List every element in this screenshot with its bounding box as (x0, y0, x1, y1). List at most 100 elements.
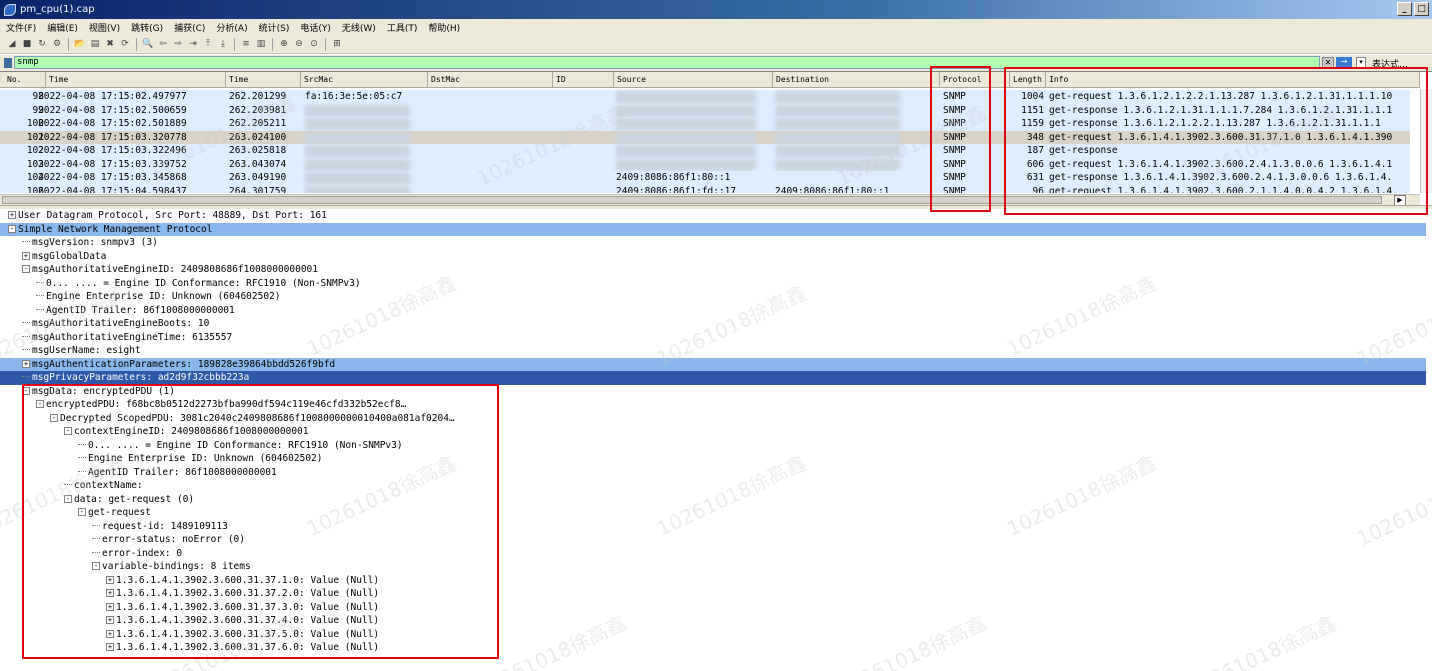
menu-item-10[interactable]: 帮助(H) (428, 21, 460, 34)
apply-filter-button[interactable]: → (1336, 57, 1352, 68)
autoscroll-icon[interactable]: ≡ (240, 38, 252, 50)
column-header-7[interactable]: Destination (773, 72, 940, 88)
packet-row[interactable]: 106 2022-04-08 17:15:04.598437 264.301759 2… (0, 184, 1410, 193)
detail-node[interactable]: - get-request (0, 506, 1426, 520)
detail-node[interactable]: AgentID Trailer: 86f1008000000001 (0, 304, 1426, 318)
resize-columns-icon[interactable]: ⊞ (331, 38, 343, 50)
collapse-icon[interactable]: - (22, 265, 30, 273)
close-file-icon[interactable]: ✖ (104, 38, 116, 50)
stop-icon[interactable]: ■ (21, 38, 33, 50)
scroll-thumb[interactable] (2, 196, 1382, 204)
zoom-reset-icon[interactable]: ⊙ (308, 38, 320, 50)
goto-icon[interactable]: ⇥ (187, 38, 199, 50)
detail-node[interactable]: 0... .... = Engine ID Conformance: RFC19… (0, 277, 1426, 291)
last-icon[interactable]: ⤓ (217, 38, 229, 50)
column-header-3[interactable]: SrcMac (301, 72, 428, 88)
menu-item-1[interactable]: 编辑(E) (47, 21, 78, 34)
shark-fin-icon[interactable]: ◢ (6, 38, 18, 50)
menu-item-3[interactable]: 跳转(G) (131, 21, 163, 34)
detail-node[interactable]: contextName: (0, 479, 1426, 493)
packet-row[interactable]: 104 2022-04-08 17:15:03.345868 263.049190 2… (0, 171, 1410, 185)
expand-icon[interactable]: + (106, 575, 114, 584)
detail-node[interactable]: - Simple Network Management Protocol (0, 222, 1426, 236)
detail-node[interactable]: msgUserName: esight (0, 344, 1426, 358)
collapse-icon[interactable]: - (22, 386, 30, 395)
open-folder-icon[interactable]: 📂 (74, 38, 86, 50)
menu-item-8[interactable]: 无线(W) (342, 21, 376, 34)
column-header-8[interactable]: Protocol (940, 72, 1010, 88)
detail-node[interactable]: +1.3.6.1.4.1.3902.3.600.31.37.1.0: Value… (0, 574, 1426, 588)
detail-node[interactable]: + msgAuthenticationParameters: 189828e398… (0, 357, 1426, 371)
detail-node[interactable]: + User Datagram Protocol, Src Port: 48889… (0, 209, 1426, 223)
expand-icon[interactable]: + (8, 211, 16, 219)
zoom-out-icon[interactable]: ⊖ (293, 38, 305, 50)
detail-node[interactable]: AgentID Trailer: 86f1008000000001 (0, 466, 1426, 480)
menu-item-9[interactable]: 工具(T) (387, 21, 418, 34)
zoom-in-icon[interactable]: ⊕ (278, 38, 290, 50)
detail-node[interactable]: - Decrypted ScopedPDU: 3081c2040c24098086… (0, 412, 1426, 426)
column-header-10[interactable]: Info (1046, 72, 1420, 88)
first-icon[interactable]: ⤒ (202, 38, 214, 50)
detail-node[interactable]: msgPrivacyParameters: ad2d9f32cbbb223a (0, 371, 1426, 385)
column-header-0[interactable]: No. (4, 72, 46, 88)
column-header-9[interactable]: Length (1010, 72, 1046, 88)
detail-node[interactable]: +1.3.6.1.4.1.3902.3.600.31.37.2.0: Value… (0, 587, 1426, 601)
column-header-6[interactable]: Source (614, 72, 773, 88)
detail-node[interactable]: +1.3.6.1.4.1.3902.3.600.31.37.5.0: Value… (0, 628, 1426, 642)
filter-history-dropdown[interactable]: ▾ (1356, 57, 1366, 68)
bookmark-icon[interactable] (4, 58, 12, 68)
detail-node[interactable]: + msgGlobalData (0, 250, 1426, 264)
collapse-icon[interactable]: - (64, 427, 72, 435)
column-header-5[interactable]: ID (553, 72, 614, 88)
collapse-icon[interactable]: - (50, 413, 58, 422)
expression-button[interactable]: 表达式… (1372, 57, 1408, 70)
packet-row[interactable]: 98 2022-04-08 17:15:02.497977 262.201299 fa… (0, 90, 1410, 104)
column-header-2[interactable]: Time (226, 72, 301, 88)
restart-icon[interactable]: ↻ (36, 38, 48, 50)
expand-icon[interactable]: + (106, 616, 114, 624)
menu-item-7[interactable]: 电话(Y) (300, 21, 331, 34)
packet-list-vertical-scrollbar[interactable] (1420, 89, 1432, 193)
detail-node[interactable]: - variable-bindings: 8 items (0, 560, 1426, 574)
detail-node[interactable]: +1.3.6.1.4.1.3902.3.600.31.37.4.0: Value… (0, 614, 1426, 628)
find-icon[interactable]: 🔍 (142, 38, 154, 50)
detail-node[interactable]: msgAuthoritativeEngineTime: 6135557 (0, 331, 1426, 345)
detail-node[interactable]: msgVersion: snmpv3 (3) (0, 236, 1426, 250)
detail-node[interactable]: request-id: 1489109113 (0, 520, 1426, 534)
back-icon[interactable]: ⇦ (157, 38, 169, 50)
expand-icon[interactable]: + (106, 643, 114, 651)
expand-icon[interactable]: + (22, 251, 30, 260)
detail-node[interactable]: - contextEngineID: 2409808686f10080000000… (0, 425, 1426, 439)
packet-list-horizontal-scrollbar[interactable]: ▶ (0, 194, 1420, 206)
packet-row[interactable]: 100 2022-04-08 17:15:02.501889 262.205211 S… (0, 117, 1410, 131)
collapse-icon[interactable]: - (92, 562, 100, 570)
menu-item-0[interactable]: 文件(F) (6, 21, 36, 34)
display-filter-input[interactable]: snmp (14, 56, 1320, 69)
column-header-4[interactable]: DstMac (428, 72, 553, 88)
detail-node[interactable]: msgAuthoritativeEngineBoots: 10 (0, 317, 1426, 331)
forward-icon[interactable]: ⇨ (172, 38, 184, 50)
reload-icon[interactable]: ⟳ (119, 38, 131, 50)
expand-icon[interactable]: + (106, 629, 114, 638)
save-icon[interactable]: ▤ (89, 38, 101, 50)
detail-node[interactable]: - data: get-request (0) (0, 493, 1426, 507)
packet-row[interactable]: 101 2022-04-08 17:15:03.320778 263.024100 S… (0, 130, 1410, 144)
packet-row[interactable]: 102 2022-04-08 17:15:03.322496 263.025818 S… (0, 144, 1410, 158)
collapse-icon[interactable]: - (36, 400, 44, 408)
column-header-1[interactable]: Time (46, 72, 226, 88)
expand-icon[interactable]: + (106, 602, 114, 611)
options-icon[interactable]: ⚙ (51, 38, 63, 50)
detail-node[interactable]: - encryptedPDU: f68bc8b0512d2273bfba990df… (0, 398, 1426, 412)
detail-node[interactable]: Engine Enterprise ID: Unknown (604602502… (0, 290, 1426, 304)
detail-node[interactable]: 0... .... = Engine ID Conformance: RFC19… (0, 439, 1426, 453)
expand-icon[interactable]: + (22, 359, 30, 368)
detail-node[interactable]: error-status: noError (0) (0, 533, 1426, 547)
menu-item-2[interactable]: 视图(V) (89, 21, 120, 34)
detail-node[interactable]: - msgData: encryptedPDU (1) (0, 385, 1426, 399)
detail-node[interactable]: - msgAuthoritativeEngineID: 2409808686f10… (0, 263, 1426, 277)
minimize-button[interactable]: _ (1397, 2, 1412, 16)
menu-item-6[interactable]: 统计(S) (259, 21, 290, 34)
detail-node[interactable]: +1.3.6.1.4.1.3902.3.600.31.37.3.0: Value… (0, 601, 1426, 615)
detail-node[interactable]: Engine Enterprise ID: Unknown (604602502… (0, 452, 1426, 466)
collapse-icon[interactable]: - (8, 224, 16, 233)
